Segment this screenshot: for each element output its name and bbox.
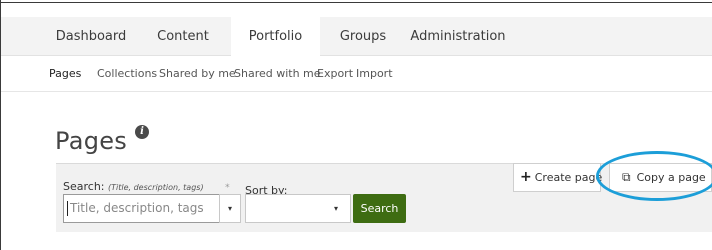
- copy-page-label: Copy a page: [636, 171, 706, 184]
- subnav-shared-by-me[interactable]: Shared by me: [159, 67, 236, 80]
- tab-portfolio[interactable]: Portfolio: [231, 17, 320, 57]
- tab-groups[interactable]: Groups: [331, 17, 395, 56]
- search-button[interactable]: Search: [353, 194, 406, 223]
- search-label-text: Search:: [63, 180, 105, 193]
- search-asterisk: *: [225, 183, 230, 193]
- page-title: Pages: [55, 127, 128, 155]
- sub-navigation: Pages Collections Shared by me Shared wi…: [1, 56, 712, 92]
- subnav-pages[interactable]: Pages: [49, 67, 81, 80]
- search-type-select[interactable]: ▾: [219, 194, 241, 223]
- search-label: Search: (Title, description, tags) *: [63, 180, 230, 193]
- copy-icon: ⧉: [622, 170, 631, 184]
- main-navigation: Dashboard Content Portfolio Groups Admin…: [1, 17, 712, 57]
- chevron-down-icon: ▾: [333, 204, 338, 213]
- chevron-down-icon: ▾: [227, 204, 232, 213]
- window-top-border: [0, 2, 712, 3]
- search-input[interactable]: Title, description, tags: [63, 194, 220, 223]
- plus-icon: +: [520, 169, 532, 185]
- text-cursor: [67, 201, 68, 216]
- search-hint: (Title, description, tags): [108, 183, 204, 192]
- tab-administration[interactable]: Administration: [406, 17, 510, 56]
- copy-page-button[interactable]: ⧉ Copy a page: [609, 163, 712, 192]
- subnav-import[interactable]: Import: [356, 67, 393, 80]
- subnav-shared-with-me[interactable]: Shared with me: [234, 67, 321, 80]
- tab-dashboard[interactable]: Dashboard: [49, 17, 133, 56]
- info-icon[interactable]: i: [135, 125, 149, 139]
- create-page-button[interactable]: + Create page: [513, 163, 603, 192]
- sort-select[interactable]: ▾: [245, 194, 351, 223]
- subnav-export[interactable]: Export: [317, 67, 353, 80]
- tab-content[interactable]: Content: [144, 17, 222, 56]
- create-page-label: Create page: [534, 171, 603, 184]
- subnav-collections[interactable]: Collections: [97, 67, 157, 80]
